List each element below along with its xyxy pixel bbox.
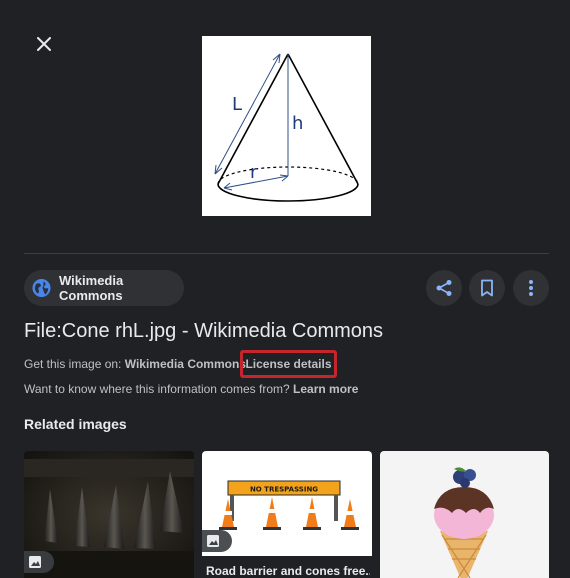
get-image-line: Get this image on: Wikimedia Commons xyxy=(24,357,246,371)
image-badge xyxy=(24,551,54,573)
more-vert-icon xyxy=(529,280,533,296)
related-images-heading: Related images xyxy=(24,416,127,432)
related-image-2[interactable]: NO TRESPASSING xyxy=(202,451,372,556)
related-image-3[interactable] xyxy=(380,451,549,578)
learn-more-link[interactable]: Learn more xyxy=(293,382,358,396)
label-height: h xyxy=(292,113,303,134)
source-label: Wikimedia Commons xyxy=(59,273,124,303)
close-icon xyxy=(37,37,51,51)
label-radius: r xyxy=(250,162,258,183)
get-image-prefix: Get this image on: xyxy=(24,357,122,371)
image-title[interactable]: File:Cone rhL.jpg - Wikimedia Commons xyxy=(24,320,383,343)
license-details-label: License details xyxy=(245,357,332,371)
related-image-3-picture xyxy=(380,451,549,578)
source-chip[interactable]: Wikimedia Commons xyxy=(24,270,184,306)
label-slant: L xyxy=(232,94,242,115)
info-line: Want to know where this information come… xyxy=(24,382,358,396)
cone-diagram: L h r xyxy=(214,53,359,202)
preview-image[interactable]: L h r xyxy=(202,36,371,216)
bookmark-icon xyxy=(481,279,493,297)
source-link[interactable]: Wikimedia Commons xyxy=(125,357,246,371)
share-icon xyxy=(436,280,452,296)
share-button[interactable] xyxy=(426,270,462,306)
globe-icon xyxy=(32,278,51,298)
license-details-link[interactable]: License details xyxy=(240,350,337,378)
bookmark-button[interactable] xyxy=(469,270,505,306)
divider xyxy=(24,253,549,254)
related-image-2-caption[interactable]: Road barrier and cones free... xyxy=(206,564,370,578)
image-icon xyxy=(29,556,41,568)
image-icon xyxy=(207,535,219,547)
barrier-sign-text: NO TRESPASSING xyxy=(250,486,318,494)
info-prefix: Want to know where this information come… xyxy=(24,382,290,396)
image-badge xyxy=(202,530,232,552)
more-options-button[interactable] xyxy=(513,270,549,306)
related-image-1[interactable] xyxy=(24,451,194,578)
close-button[interactable] xyxy=(28,28,60,60)
